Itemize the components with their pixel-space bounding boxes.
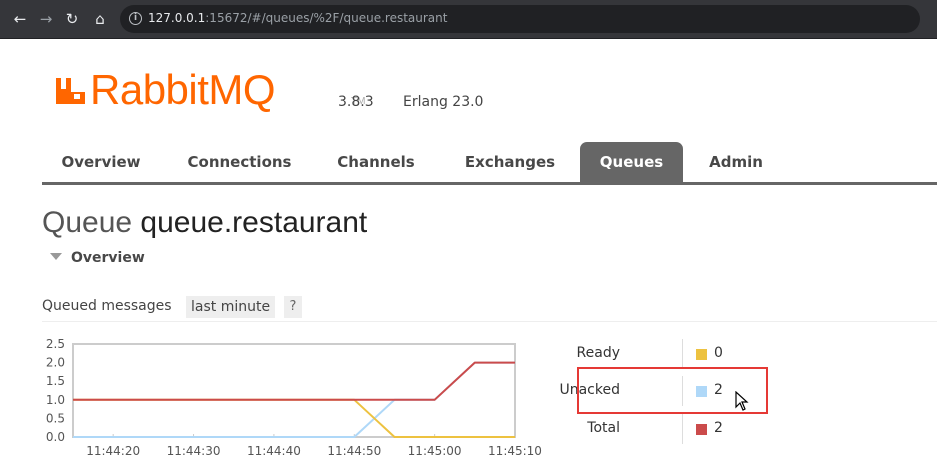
y-tick-label: 1.5 xyxy=(46,374,65,388)
main-nav-tabs: Overview Connections Channels Exchanges … xyxy=(42,142,937,185)
home-icon[interactable]: ⌂ xyxy=(90,9,110,29)
tab-exchanges[interactable]: Exchanges xyxy=(448,142,572,182)
section-heading: Overview xyxy=(71,250,145,266)
legend-divider xyxy=(682,414,683,444)
help-button[interactable]: ? xyxy=(284,296,302,318)
info-icon[interactable]: i xyxy=(129,12,142,25)
address-bar[interactable]: i 127.0.0.1:15672/#/queues/%2F/queue.res… xyxy=(120,5,920,33)
y-tick-label: 2.0 xyxy=(46,356,65,370)
y-tick-label: 0.5 xyxy=(46,411,65,425)
x-tick-label: 11:44:50 xyxy=(327,444,381,458)
queued-messages-label: Queued messages xyxy=(42,298,172,314)
page-title: Queue queue.restaurant xyxy=(42,206,367,240)
divider xyxy=(42,321,937,322)
x-tick-label: 11:45:00 xyxy=(408,444,462,458)
url-text[interactable]: 127.0.0.1:15672/#/queues/%2F/queue.resta… xyxy=(148,11,447,25)
tab-queues[interactable]: Queues xyxy=(580,142,683,182)
overview-section-toggle[interactable]: Overview xyxy=(50,250,145,266)
chart-plot-area xyxy=(72,343,516,438)
logo-wordmark: RabbitMQ xyxy=(90,66,276,113)
back-icon[interactable]: ← xyxy=(10,9,30,29)
browser-toolbar: ← → ↻ ⌂ i 127.0.0.1:15672/#/queues/%2F/q… xyxy=(0,0,937,39)
mouse-cursor-icon xyxy=(735,391,749,411)
erlang-version-text: Erlang 23.0 xyxy=(403,94,484,110)
legend-value: 0 xyxy=(714,345,723,361)
tab-channels[interactable]: Channels xyxy=(320,142,432,182)
reload-icon[interactable]: ↻ xyxy=(62,9,82,29)
forward-icon[interactable]: → xyxy=(36,9,56,29)
x-tick-label: 11:44:30 xyxy=(167,444,221,458)
y-tick-label: 1.0 xyxy=(46,393,65,407)
legend-swatch-total xyxy=(696,424,707,435)
x-tick-label: 11:44:20 xyxy=(86,444,140,458)
queued-messages-chart: 0.0 0.5 1.0 1.5 2.0 2.5 11:44:20 11:44:30 11:44:… xyxy=(46,337,542,458)
y-tick-label: 0.0 xyxy=(46,430,65,444)
legend-label: Ready xyxy=(576,345,620,361)
x-tick-label: 11:44:40 xyxy=(247,444,301,458)
queue-name: queue.restaurant xyxy=(140,206,368,239)
time-range-selector[interactable]: last minute xyxy=(186,296,276,318)
legend-row-total: Total 2 xyxy=(560,414,760,444)
collapse-triangle-icon xyxy=(50,253,62,260)
x-tick-label: 11:45:10 xyxy=(488,444,542,458)
tab-overview[interactable]: Overview xyxy=(42,142,160,182)
tab-admin[interactable]: Admin xyxy=(696,142,776,182)
rabbit-logo-icon xyxy=(56,78,85,104)
y-tick-label: 2.5 xyxy=(46,337,65,351)
legend-label: Total xyxy=(587,420,620,436)
legend-divider xyxy=(682,339,683,369)
page-title-prefix: Queue xyxy=(42,206,133,239)
legend-row-ready: Ready 0 xyxy=(560,339,760,369)
legend-value: 2 xyxy=(714,420,723,436)
legend-swatch-ready xyxy=(696,349,707,360)
version-text: 3.8.3 xyxy=(338,94,374,110)
tab-connections[interactable]: Connections xyxy=(172,142,307,182)
